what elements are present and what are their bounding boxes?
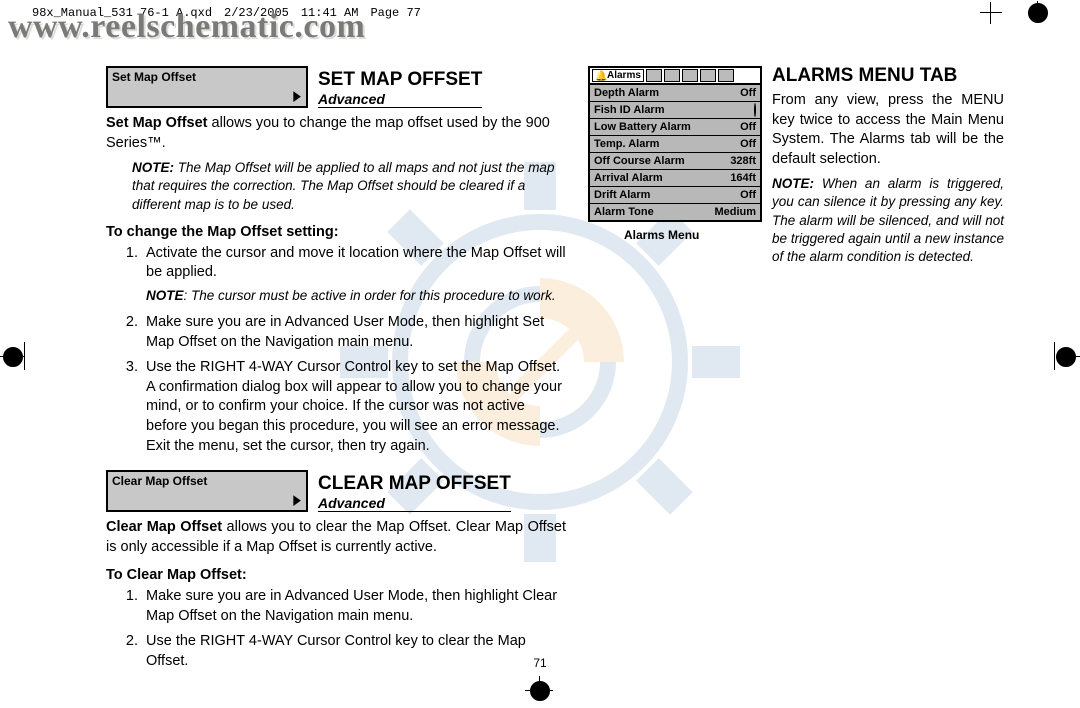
- note-text: The Map Offset will be applied to all ma…: [132, 160, 554, 211]
- alarm-row-label: Drift Alarm: [594, 189, 650, 201]
- list-item: Activate the cursor and move it location…: [142, 244, 566, 305]
- clear-map-offset-menu-illustration: Clear Map Offset ▶: [106, 470, 308, 512]
- table-row: Arrival Alarm 164ft: [590, 169, 760, 186]
- clear-map-offset-header: Clear Map Offset ▶ CLEAR MAP OFFSET Adva…: [106, 470, 566, 512]
- clear-map-offset-intro: Clear Map Offset allows you to clear the…: [106, 518, 566, 557]
- print-header-file: 98x_Manual_531 76-1 A.qxd: [32, 6, 212, 20]
- tab-mini-5-icon: [718, 69, 734, 82]
- alarm-row-value: Medium: [714, 206, 756, 218]
- list-item: Make sure you are in Advanced User Mode,…: [142, 313, 566, 352]
- alarm-row-label: Depth Alarm: [594, 87, 659, 99]
- alarm-row-value: [754, 104, 756, 116]
- set-map-offset-steps: Activate the cursor and move it location…: [124, 244, 566, 456]
- alarm-row-label: Low Battery Alarm: [594, 121, 691, 133]
- section-subtitle-advanced: Advanced: [318, 495, 511, 512]
- tab-alarms: 🔔 Alarms: [592, 69, 644, 82]
- alarm-row-value: Off: [740, 121, 756, 133]
- alarm-row-value: 328ft: [730, 155, 756, 167]
- set-map-offset-procedure-head: To change the Map Offset setting:: [106, 224, 566, 240]
- page-number: 71: [533, 656, 546, 670]
- step-text: Make sure you are in Advanced User Mode,…: [146, 314, 544, 350]
- step-note: NOTE: The cursor must be active in order…: [146, 287, 566, 305]
- section-subtitle-advanced: Advanced: [318, 91, 482, 108]
- set-map-offset-intro: Set Map Offset allows you to change the …: [106, 114, 566, 153]
- alarms-intro: From any view, press the MENU key twice …: [772, 91, 1004, 169]
- menu-box-title: Set Map Offset: [112, 70, 302, 84]
- table-row: Drift Alarm Off: [590, 186, 760, 203]
- step-text: Activate the cursor and move it location…: [146, 245, 566, 281]
- right-arrow-icon: ▶: [294, 492, 301, 508]
- clear-map-offset-procedure-head: To Clear Map Offset:: [106, 567, 566, 583]
- table-row: Fish ID Alarm: [590, 101, 760, 118]
- alarms-note: NOTE: When an alarm is triggered, you ca…: [772, 175, 1004, 266]
- alarms-menu-tabbar: 🔔 Alarms: [590, 68, 760, 85]
- table-row: Alarm Tone Medium: [590, 203, 760, 220]
- table-row: Temp. Alarm Off: [590, 135, 760, 152]
- set-map-offset-menu-illustration: Set Map Offset ▶: [106, 66, 308, 108]
- fish-id-indicator-icon: [754, 103, 756, 117]
- step-text: Use the RIGHT 4-WAY Cursor Control key t…: [146, 633, 526, 669]
- intro-bold: Clear Map Offset: [106, 519, 222, 535]
- set-map-offset-header: Set Map Offset ▶ SET MAP OFFSET Advanced: [106, 66, 566, 108]
- tab-mini-3-icon: [682, 69, 698, 82]
- crop-cross-icon: [980, 2, 1002, 24]
- note-label: NOTE: [146, 288, 184, 303]
- step-text: Use the RIGHT 4-WAY Cursor Control key t…: [146, 359, 562, 453]
- list-item: Make sure you are in Advanced User Mode,…: [142, 587, 566, 626]
- crop-mark-right: [1050, 342, 1080, 372]
- page-body: Set Map Offset ▶ SET MAP OFFSET Advanced…: [106, 66, 1004, 658]
- alarm-row-label: Alarm Tone: [594, 206, 654, 218]
- alarm-row-value: 164ft: [730, 172, 756, 184]
- alarms-menu-block: 🔔 Alarms Depth Alarm Off Fish ID Alarm Low …: [588, 66, 762, 242]
- table-row: Low Battery Alarm Off: [590, 118, 760, 135]
- intro-bold: Set Map Offset: [106, 115, 208, 131]
- crop-mark-left: [0, 342, 30, 372]
- list-item: Use the RIGHT 4-WAY Cursor Control key t…: [142, 358, 566, 456]
- right-arrow-icon: ▶: [294, 88, 301, 104]
- crop-circle-icon: [1028, 3, 1048, 23]
- menu-box-title: Clear Map Offset: [112, 474, 302, 488]
- print-header: 98x_Manual_531 76-1 A.qxd 2/23/2005 11:4…: [32, 0, 1048, 26]
- clear-map-offset-steps: Make sure you are in Advanced User Mode,…: [124, 587, 566, 671]
- set-map-offset-note: NOTE: The Map Offset will be applied to …: [132, 159, 566, 214]
- alarms-menu-illustration: 🔔 Alarms Depth Alarm Off Fish ID Alarm Low …: [588, 66, 762, 222]
- alarm-row-value: Off: [740, 138, 756, 150]
- note-label: NOTE:: [132, 160, 174, 175]
- crop-mark-bottom: [525, 676, 555, 706]
- alarm-row-label: Fish ID Alarm: [594, 104, 665, 116]
- section-title-set-map-offset: SET MAP OFFSET: [318, 70, 482, 89]
- left-column: Set Map Offset ▶ SET MAP OFFSET Advanced…: [106, 66, 566, 658]
- tab-label: Alarms: [607, 70, 641, 81]
- table-row: Off Course Alarm 328ft: [590, 152, 760, 169]
- print-header-date: 2/23/2005: [224, 6, 289, 20]
- alarm-row-value: Off: [740, 87, 756, 99]
- note-label: NOTE:: [772, 176, 814, 191]
- alarms-menu-caption: Alarms Menu: [624, 228, 762, 242]
- step-text: Make sure you are in Advanced User Mode,…: [146, 588, 557, 624]
- alarm-bell-icon: 🔔: [595, 71, 605, 81]
- print-header-time: 11:41 AM: [301, 6, 359, 20]
- note-text: : The cursor must be active in order for…: [184, 288, 556, 303]
- alarm-row-value: Off: [740, 189, 756, 201]
- tab-mini-2-icon: [664, 69, 680, 82]
- alarm-row-label: Temp. Alarm: [594, 138, 659, 150]
- right-column: 🔔 Alarms Depth Alarm Off Fish ID Alarm Low …: [588, 66, 1004, 658]
- print-header-page: Page 77: [370, 6, 420, 20]
- alarm-row-label: Off Course Alarm: [594, 155, 685, 167]
- section-title-clear-map-offset: CLEAR MAP OFFSET: [318, 474, 511, 493]
- tab-mini-4-icon: [700, 69, 716, 82]
- table-row: Depth Alarm Off: [590, 85, 760, 101]
- alarm-row-label: Arrival Alarm: [594, 172, 663, 184]
- tab-mini-1-icon: [646, 69, 662, 82]
- section-title-alarms-menu-tab: ALARMS MENU TAB: [772, 66, 1004, 85]
- list-item: Use the RIGHT 4-WAY Cursor Control key t…: [142, 632, 566, 671]
- alarms-rows: Depth Alarm Off Fish ID Alarm Low Battery A…: [590, 85, 760, 220]
